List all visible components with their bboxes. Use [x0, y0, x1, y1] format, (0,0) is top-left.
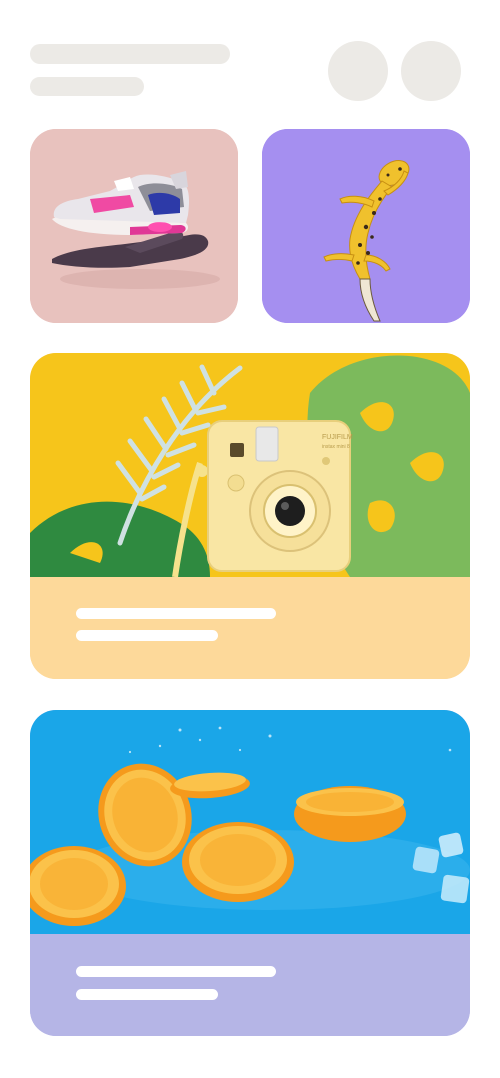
camera-brand-text: FUJIFILM [322, 434, 353, 441]
camera-card-title-skeleton [76, 608, 276, 619]
oranges-card-subtitle-skeleton [76, 989, 218, 1000]
camera-card-footer [30, 577, 470, 679]
sneaker-image [30, 129, 238, 323]
camera-model-text: instax mini 8 [322, 444, 350, 450]
header-title-skeleton [30, 44, 230, 64]
instant-camera-image: FUJIFILM instax mini 8 [30, 353, 470, 577]
gecko-card[interactable] [262, 129, 470, 323]
avatar-placeholder-1[interactable] [328, 41, 388, 101]
header-subtitle-skeleton [30, 77, 144, 96]
sneaker-card[interactable] [30, 129, 238, 323]
oranges-feature-card[interactable] [30, 710, 470, 1036]
camera-card-subtitle-skeleton [76, 630, 218, 641]
orange-slices-image [30, 710, 470, 934]
camera-feature-card[interactable]: FUJIFILM instax mini 8 [30, 353, 470, 679]
avatar-placeholder-2[interactable] [401, 41, 461, 101]
oranges-card-footer [30, 934, 470, 1036]
gecko-image [262, 129, 470, 323]
oranges-card-title-skeleton [76, 966, 276, 977]
